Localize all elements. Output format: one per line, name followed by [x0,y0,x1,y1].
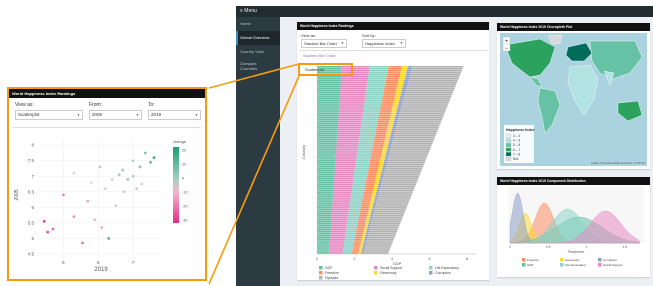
colorbar-tick-label: 10 [182,162,186,166]
scatter-point[interactable] [149,160,152,164]
scatter-point[interactable] [121,168,125,172]
scatter-point[interactable] [126,177,130,181]
colorbar-title: change [173,139,187,144]
y-tick-label: 7 [31,174,34,179]
scatter-point[interactable] [131,159,135,163]
from-year-value: 2005 [92,112,103,117]
scatter-point[interactable] [51,227,55,231]
y-tick-label: 5 [31,236,34,241]
scatter-point[interactable] [98,165,102,169]
view-as-select[interactable]: Scatterplot ▼ [15,110,83,120]
scatterplot-inset-panel: World Happiness Index Rankings View as: … [7,87,207,281]
x-tick-label: 5 [62,260,65,265]
scatter-point[interactable] [138,165,142,169]
scatter-point[interactable] [100,226,104,229]
scatter-point[interactable] [72,215,76,219]
y-axis-label: 2005 [14,189,20,200]
chevron-down-icon: ▼ [136,113,139,117]
scatter-point[interactable] [143,151,147,155]
y-tick-label: 6 [31,205,34,210]
scatter-point[interactable] [131,174,135,178]
scatter-point[interactable] [93,218,97,222]
panel-title: World Happiness Index Rankings [9,89,205,98]
scatter-point[interactable] [103,187,107,191]
scatter-point[interactable] [140,182,144,186]
scatter-point[interactable] [46,230,50,234]
scatter-point[interactable] [81,241,84,245]
colorbar-tick-label: 20 [182,148,186,152]
colorbar-tick-label: -20 [182,205,188,209]
from-year-select[interactable]: 2005 ▼ [89,110,142,120]
scatter-point[interactable] [114,204,118,208]
scatter-point[interactable] [135,187,138,191]
y-tick-label: 7.5 [28,158,35,163]
from-label: From: [89,102,103,108]
scatter-point[interactable] [123,190,126,194]
scatter-point[interactable] [152,156,156,160]
colorbar-tick-label: -10 [182,191,188,195]
to-year-select[interactable]: 2019 ▼ [148,110,201,120]
scatter-point[interactable] [110,177,114,181]
y-tick-label: 8 [31,143,34,148]
scatter-point[interactable] [42,219,46,223]
x-tick-label: 7 [132,260,135,265]
scatter-point[interactable] [107,236,111,240]
view-as-value: Scatterplot [18,112,40,117]
scatter-point[interactable] [117,173,121,177]
y-tick-label: 6.5 [28,189,35,194]
x-tick-label: 6 [97,260,100,265]
to-year-value: 2019 [151,112,162,117]
chevron-down-icon: ▼ [77,113,80,117]
x-axis-label: 2019 [94,267,108,273]
divider [13,127,201,128]
colorbar [173,147,179,223]
y-tick-label: 5.5 [28,220,35,225]
scatter-point[interactable] [86,199,90,203]
scatterplot-chart: 2005 4.5 5 5.5 6 6.5 7 7.5 8 5 6 7 2019 change 20… [14,139,188,273]
colorbar-tick-label: -30 [182,219,188,223]
view-as-label: View as: [15,102,34,108]
chevron-down-icon: ▼ [195,113,198,117]
y-tick-label: 4.5 [28,251,35,256]
to-label: To: [148,102,155,108]
colorbar-tick-label: 0 [182,176,184,180]
scatter-point[interactable] [89,181,93,184]
scatter-point[interactable] [62,193,65,197]
scatter-point[interactable] [72,171,76,175]
